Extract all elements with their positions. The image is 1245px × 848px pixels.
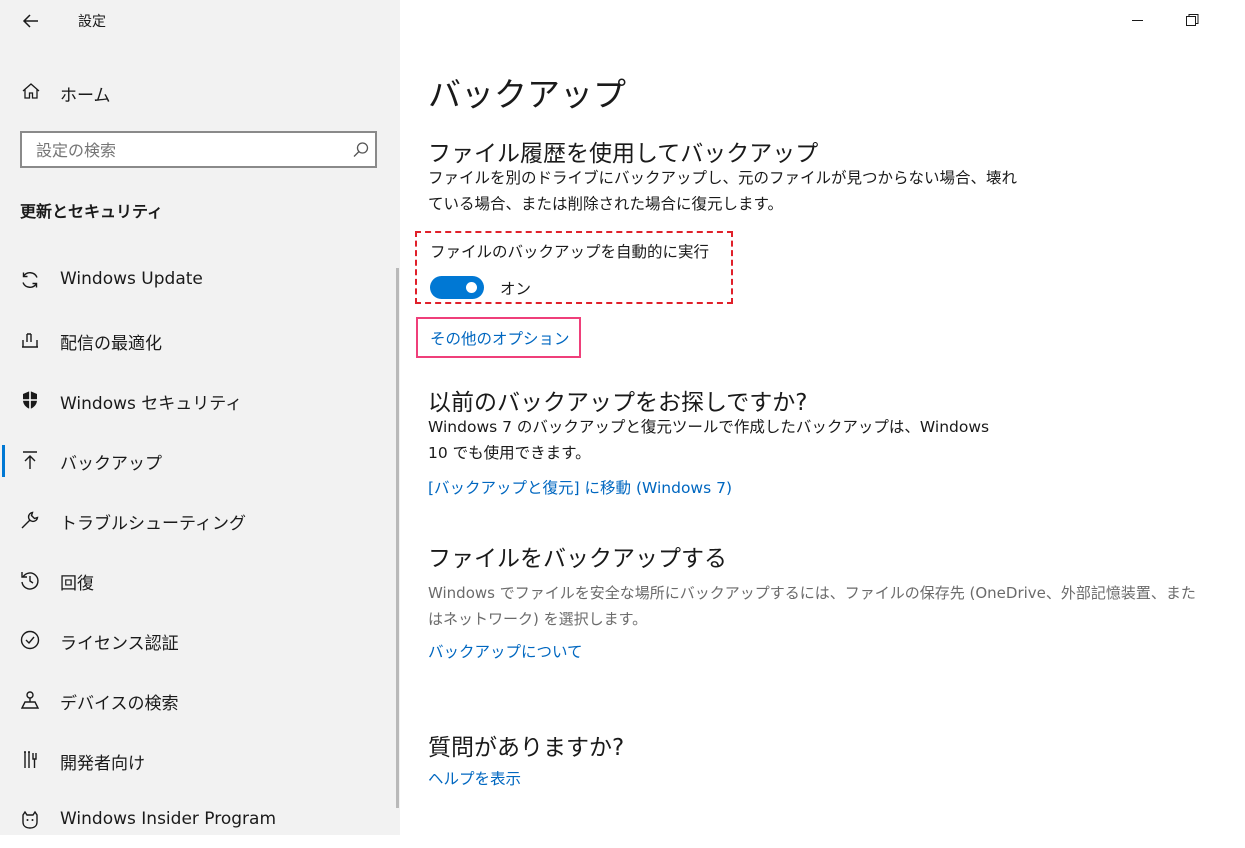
sidebar-item-delivery-optimization[interactable]: 配信の最適化 <box>0 312 396 368</box>
sidebar-item-find-device[interactable]: デバイスの検索 <box>0 672 396 728</box>
main-content: バックアップ ファイル履歴を使用してバックアップ ファイルを別のドライブにバック… <box>400 0 1245 835</box>
recovery-icon <box>18 568 42 592</box>
shield-icon <box>18 388 42 412</box>
search-icon[interactable] <box>351 140 371 164</box>
find-device-icon <box>18 688 42 712</box>
old-backup-desc-line2: 10 でも使用できます。 <box>428 444 591 462</box>
page-title: バックアップ <box>428 75 626 114</box>
sidebar-item-label: 配信の最適化 <box>60 334 162 354</box>
check-circle-icon <box>18 628 42 652</box>
home-label: ホーム <box>60 86 111 106</box>
sidebar-item-label: バックアップ <box>60 454 162 474</box>
backup-files-desc-line2: はネットワーク) を選択します。 <box>428 610 648 628</box>
old-backup-desc-line1: Windows 7 のバックアップと復元ツールで作成したバックアップは、Wind… <box>428 418 990 436</box>
backup-files-heading: ファイルをバックアップする <box>428 546 727 572</box>
search-box[interactable] <box>20 131 377 168</box>
file-history-desc-line1: ファイルを別のドライブにバックアップし、元のファイルが見つからない場合、壊れ <box>428 169 1018 187</box>
sidebar-item-activation[interactable]: ライセンス認証 <box>0 612 396 668</box>
auto-backup-label: ファイルのバックアップを自動的に実行 <box>430 243 710 261</box>
sidebar-item-backup[interactable]: バックアップ <box>0 432 396 488</box>
toggle-state-label: オン <box>500 280 532 298</box>
old-backup-heading: 以前のバックアップをお探しですか? <box>428 390 808 416</box>
window-title: 設定 <box>78 14 106 30</box>
search-input[interactable] <box>34 137 338 163</box>
file-history-heading: ファイル履歴を使用してバックアップ <box>428 141 819 167</box>
auto-backup-toggle[interactable] <box>430 276 484 299</box>
minimize-icon[interactable] <box>1128 10 1148 30</box>
back-arrow-icon[interactable] <box>18 8 44 34</box>
about-backup-link[interactable]: バックアップについて <box>428 640 583 662</box>
sidebar-item-label: 回復 <box>60 574 94 594</box>
restore-icon[interactable] <box>1182 10 1202 30</box>
file-history-desc-line2: ている場合、または削除された場合に復元します。 <box>428 195 783 213</box>
sidebar-item-label: Windows Update <box>60 269 203 289</box>
help-link[interactable]: ヘルプを表示 <box>428 767 521 789</box>
sidebar-item-home[interactable]: ホーム <box>0 72 396 112</box>
sidebar-item-insider[interactable]: Windows Insider Program <box>0 792 396 848</box>
toggle-knob <box>466 282 477 293</box>
sidebar-item-label: トラブルシューティング <box>60 514 246 534</box>
sidebar: 設定 ホーム 更新とセキュリティ Windows Update 配信の最適化 W… <box>0 0 400 835</box>
sidebar-item-label: 開発者向け <box>60 754 145 774</box>
section-title: 更新とセキュリティ <box>20 202 164 221</box>
sidebar-item-label: ライセンス認証 <box>60 634 179 654</box>
backup-files-desc-line1: Windows でファイルを安全な場所にバックアップするには、ファイルの保存先 … <box>428 584 1196 602</box>
delivery-optimization-icon <box>18 328 42 352</box>
sidebar-item-windows-update[interactable]: Windows Update <box>0 252 396 308</box>
questions-heading: 質問がありますか? <box>428 735 625 761</box>
sidebar-item-troubleshoot[interactable]: トラブルシューティング <box>0 492 396 548</box>
sync-icon <box>18 268 42 292</box>
backup-restore-link[interactable]: [バックアップと復元] に移動 (Windows 7) <box>428 476 732 498</box>
wrench-icon <box>18 508 42 532</box>
sidebar-item-label: Windows Insider Program <box>60 809 277 829</box>
sidebar-item-developers[interactable]: 開発者向け <box>0 732 396 788</box>
backup-arrow-icon <box>18 448 42 472</box>
sidebar-item-recovery[interactable]: 回復 <box>0 552 396 608</box>
home-icon <box>20 80 42 106</box>
sidebar-item-label: Windows セキュリティ <box>60 394 243 414</box>
sidebar-scrollbar[interactable] <box>396 268 399 808</box>
insider-cat-icon <box>18 808 42 832</box>
developer-tools-icon <box>18 748 42 772</box>
more-options-link[interactable]: その他のオプション <box>430 327 570 349</box>
sidebar-item-windows-security[interactable]: Windows セキュリティ <box>0 372 396 428</box>
sidebar-item-label: デバイスの検索 <box>60 694 179 714</box>
